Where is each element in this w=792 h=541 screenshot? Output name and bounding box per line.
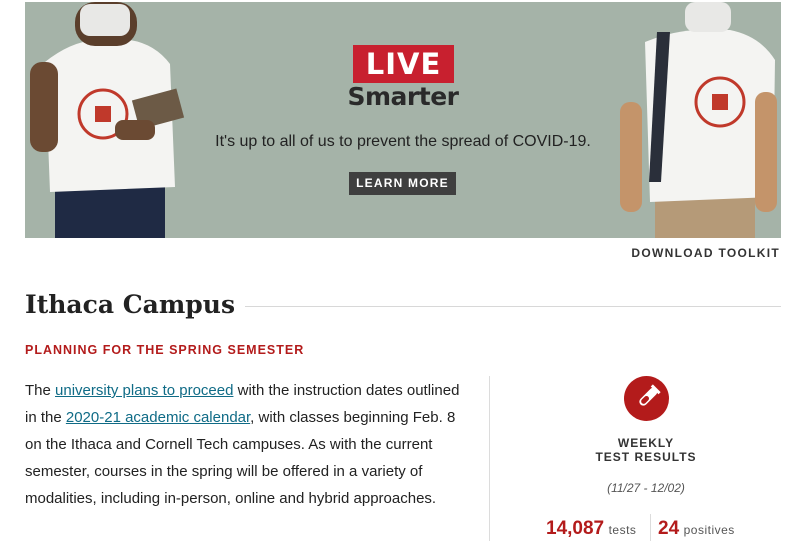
stat-title-line2: TEST RESULTS <box>595 450 697 464</box>
test-tube-icon <box>624 376 669 421</box>
academic-calendar-link[interactable]: 2020-21 academic calendar <box>66 409 250 426</box>
heading-rule <box>215 306 781 307</box>
learn-more-button[interactable]: LEARN MORE <box>349 172 456 195</box>
positives-label: positives <box>683 523 735 537</box>
positives-count: 24 <box>658 518 680 539</box>
stat-separator <box>650 514 651 541</box>
positives-stat: 24 positives <box>658 518 735 540</box>
stat-title-line1: WEEKLY <box>617 436 675 450</box>
stat-date-range: (11/27 - 12/02) <box>607 481 685 495</box>
section-heading: Ithaca Campus <box>25 290 781 322</box>
tests-label: tests <box>608 523 637 537</box>
tests-stat: 14,087 tests <box>546 518 636 540</box>
weekly-test-results-title: WEEKLY TEST RESULTS <box>560 436 732 464</box>
live-badge: LIVE <box>353 45 454 83</box>
banner-headline: Smarter <box>347 82 460 111</box>
student-right-image <box>620 2 777 238</box>
page-title: Ithaca Campus <box>25 290 246 319</box>
section-kicker: PLANNING FOR THE SPRING SEMESTER <box>25 343 305 357</box>
test-stats-row: 14,087 tests 24 positives <box>546 514 776 541</box>
university-plans-link[interactable]: university plans to proceed <box>55 382 233 399</box>
banner-tagline: It's up to all of us to prevent the spre… <box>215 133 591 150</box>
section-paragraph: The university plans to proceed with the… <box>25 377 475 512</box>
live-smarter-banner[interactable]: LIVE Smarter It's up to all of us to pre… <box>25 2 781 238</box>
column-divider <box>489 376 490 541</box>
download-toolkit-link[interactable]: DOWNLOAD TOOLKIT <box>631 246 780 260</box>
tests-count: 14,087 <box>546 518 605 539</box>
para-text-1: The <box>25 382 56 399</box>
banner-content: LIVE Smarter It's up to all of us to pre… <box>165 2 641 238</box>
